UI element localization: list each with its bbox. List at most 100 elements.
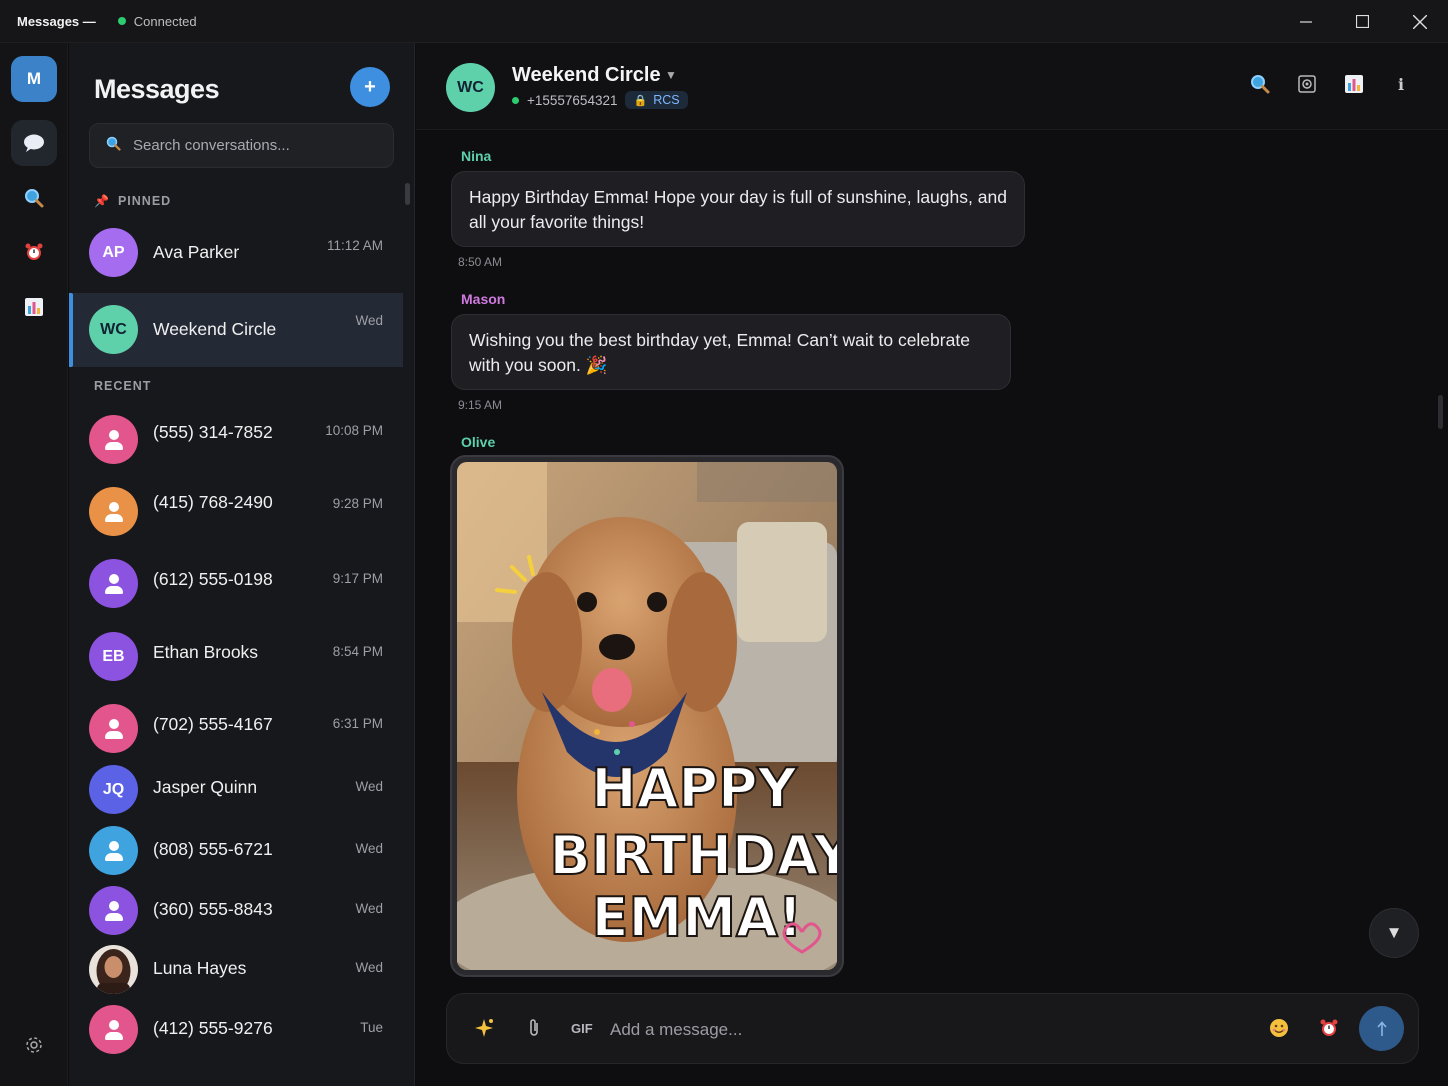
avatar: AP [89,228,138,277]
person-icon [104,573,123,594]
gif-button[interactable]: GIF [571,1021,593,1036]
maximize-button[interactable] [1334,0,1391,43]
close-button[interactable] [1391,0,1448,43]
alarm-icon[interactable] [11,229,57,275]
conversation-name: (555) 314-7852 [153,422,273,442]
chat-icon[interactable] [11,120,57,166]
search-icon[interactable] [1249,73,1271,95]
conversation-name: (612) 555-0198 [153,569,273,589]
conversation-row[interactable]: (555) 314-7852 10:08 PM [69,403,403,477]
settings-icon[interactable] [22,1033,46,1057]
conversation-row[interactable]: (612) 555-0198 9:17 PM [69,549,403,623]
person-icon [104,840,123,861]
conversation-title[interactable]: Weekend Circle [512,64,661,87]
birthday-dog-image: HAPPY BIRTHDAY EMMA! [457,462,837,970]
avatar: WC [89,305,138,354]
emoji-icon[interactable] [1269,1018,1289,1038]
online-dot-icon [512,96,519,104]
profile-button[interactable]: M [11,56,57,102]
conversation-name: (808) 555-6721 [153,839,273,859]
send-button[interactable] [1359,1006,1404,1051]
message-sender: Olive [461,434,496,450]
conversation-name: (360) 555-8843 [153,899,273,919]
phone-number: +15557654321 [527,92,618,108]
conversation-time: 6:31 PM [332,716,383,731]
message-list: Nina Happy Birthday Emma! Hope your day … [416,131,1448,991]
group-avatar[interactable]: WC [446,63,495,112]
nav-rail: M [0,43,68,1086]
conversation-subtitle: +15557654321 🔒 RCS [512,91,688,109]
conversation-name: Luna Hayes [153,958,247,978]
title-bar: Messages — Connected [0,0,1448,43]
conversation-sidebar: Messages + 📌 PINNED AP Ava Parker 11:12 … [69,43,415,1086]
person-icon [104,1019,123,1040]
image-text-line-3: EMMA! [592,886,803,949]
pinned-section-label: 📌 PINNED [94,194,171,208]
paperclip-icon[interactable] [527,1018,541,1038]
image-text-line-1: HAPPY [591,757,797,820]
pin-icon: 📌 [94,194,110,208]
image-attachment[interactable]: HAPPY BIRTHDAY EMMA! [450,455,844,977]
alarm-icon[interactable] [1319,1018,1339,1038]
conversation-name: Ethan Brooks [153,642,259,662]
message-bubble[interactable]: Wishing you the best birthday yet, Emma!… [451,314,1011,390]
conversation-name: Ava Parker [153,242,240,262]
message-time: 9:15 AM [458,398,503,412]
conversation-time: 9:17 PM [332,571,383,586]
rcs-badge: 🔒 RCS [625,91,688,109]
message-time: 8:50 AM [458,255,503,269]
person-icon [104,718,123,739]
app-title: Messages — [17,13,96,29]
conversation-time: Wed [355,960,383,975]
pinned-label: PINNED [117,194,172,208]
search-icon [106,136,121,155]
lock-icon: 🔒 [633,94,648,107]
scroll-to-bottom-button[interactable]: ▼ [1369,908,1419,958]
chevron-down-icon[interactable]: ▼ [665,68,677,82]
avatar [89,886,138,935]
connection-label: Connected [133,13,197,29]
message-input[interactable] [610,1016,1210,1044]
sidebar-scrollbar[interactable] [405,183,410,205]
avatar [89,826,138,875]
avatar [89,415,138,464]
conversation-name: (702) 555-4167 [153,714,273,734]
conversation-row[interactable]: (412) 555-9276 Tue [69,998,403,1072]
avatar: EB [89,632,138,681]
search-box [89,123,394,168]
conversation-time: Wed [355,313,383,328]
gallery-icon[interactable] [1296,73,1318,95]
avatar [89,487,138,536]
chat-pane: WC Weekend Circle ▼ +15557654321 🔒 RCS i… [416,43,1448,1086]
conversation-time: Wed [355,779,383,794]
new-conversation-button[interactable]: + [350,67,390,107]
conversation-ava-parker[interactable]: AP Ava Parker 11:12 AM [69,216,403,290]
chat-scrollbar[interactable] [1438,395,1443,429]
avatar [89,1005,138,1054]
conversation-name: (412) 555-9276 [153,1018,273,1038]
message-sender: Nina [461,148,492,164]
search-icon[interactable] [11,175,57,221]
conversation-row[interactable]: (702) 555-4167 6:31 PM [69,694,403,768]
avatar [89,559,138,608]
conversation-name: (415) 768-2490 [153,492,273,512]
conversation-time: 10:08 PM [325,423,383,438]
sparkle-icon[interactable] [475,1018,495,1038]
message-bubble[interactable]: Happy Birthday Emma! Hope your day is fu… [451,171,1025,247]
person-icon [104,900,123,921]
avatar-photo [89,945,138,994]
stats-icon[interactable] [11,284,57,330]
stats-icon[interactable] [1343,73,1365,95]
conversation-time: 8:54 PM [332,644,383,659]
avatar [89,704,138,753]
conversation-time: 11:12 AM [326,238,383,253]
minimize-button[interactable] [1277,0,1334,43]
conversation-time: 9:28 PM [332,496,383,511]
sidebar-title: Messages [94,74,220,104]
message-composer: GIF [446,993,1419,1064]
conversation-weekend-circle[interactable]: WC Weekend Circle Wed [69,293,403,367]
info-icon[interactable]: i [1390,73,1412,95]
conversation-row[interactable]: EB Ethan Brooks 8:54 PM [69,622,403,696]
search-input[interactable] [133,137,373,154]
conversation-row[interactable]: (415) 768-2490 9:28 PM [69,476,403,550]
